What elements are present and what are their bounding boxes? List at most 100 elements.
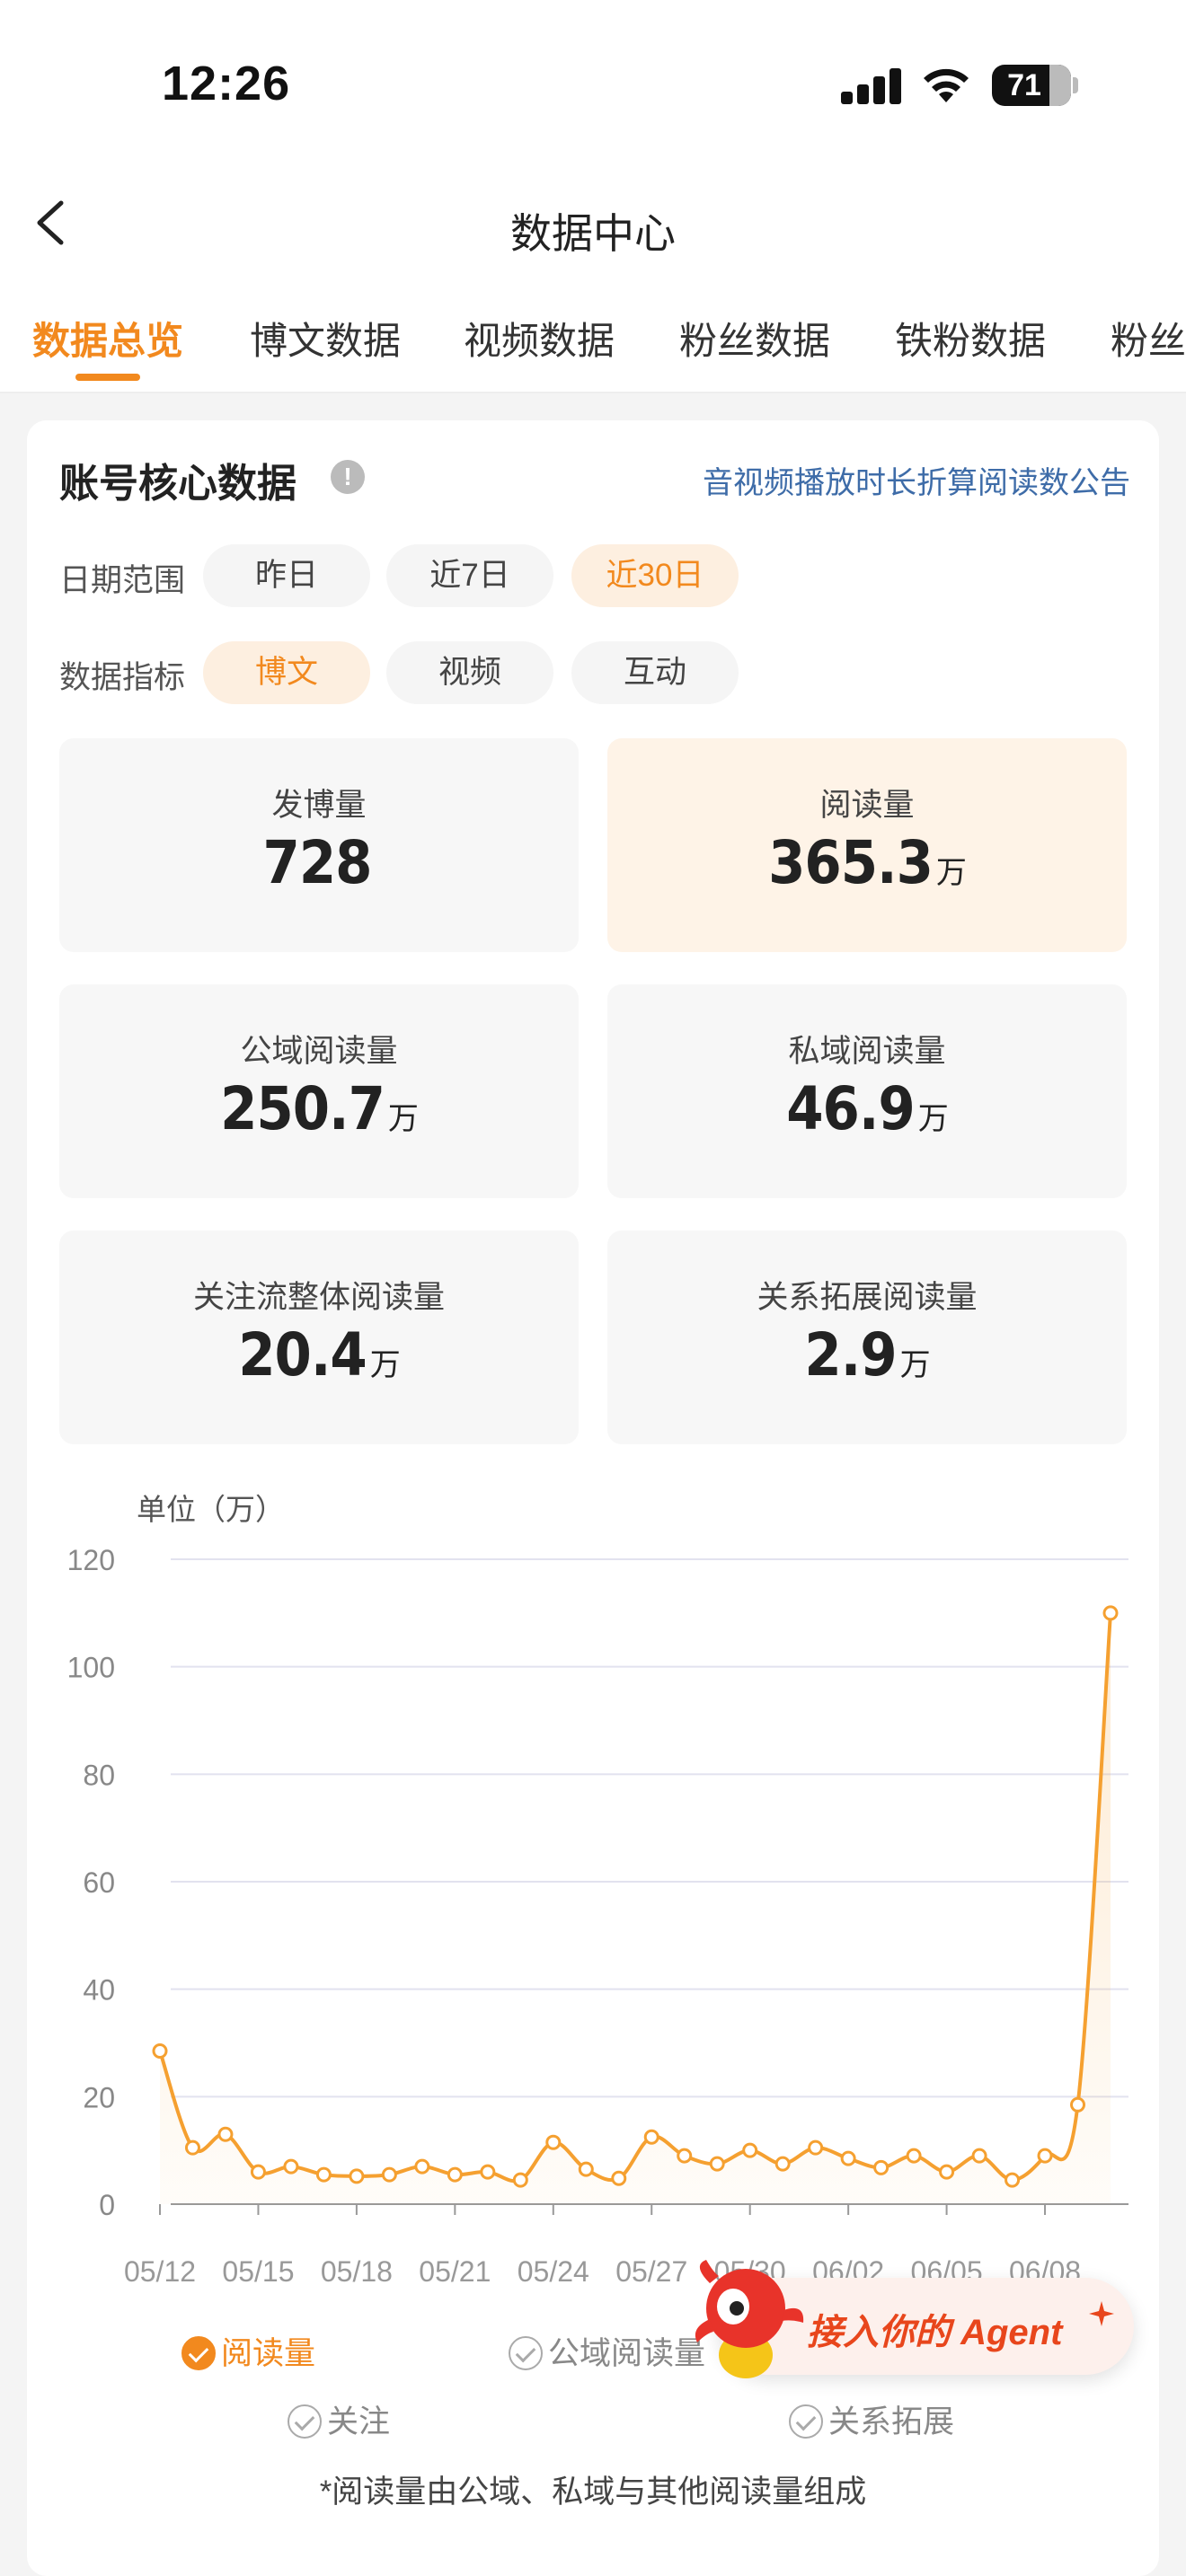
date-30days-button[interactable]: 近30日 [571, 544, 739, 607]
battery-level: 71 [1007, 68, 1041, 102]
date-range-label: 日期范围 [59, 563, 186, 598]
x-tick-label: 05/12 [124, 2255, 196, 2288]
info-icon[interactable]: ! [331, 460, 365, 494]
status-bar: 12:26 71 [0, 0, 1186, 171]
y-tick-label: 80 [83, 1759, 115, 1791]
data-point [381, 2166, 397, 2183]
data-point [512, 2172, 528, 2188]
x-tick-label: 05/24 [518, 2255, 589, 2288]
legend-reads[interactable]: 阅读量 [181, 2328, 315, 2374]
metric-posts-button[interactable]: 博文 [203, 641, 370, 704]
data-point [611, 2170, 627, 2186]
stat-reads[interactable]: 阅读量 365.3 万 [607, 738, 1127, 952]
stat-label: 私域阅读量 [788, 1034, 946, 1069]
tab-more[interactable]: 粉丝 [1111, 311, 1186, 366]
tab-overview[interactable]: 数据总览 [32, 311, 183, 366]
data-point [774, 2156, 791, 2172]
data-point [840, 2150, 856, 2166]
tab-posts[interactable]: 博文数据 [250, 311, 401, 366]
x-tick-label: 05/15 [222, 2255, 294, 2288]
y-tick-label: 100 [67, 1652, 115, 1684]
stat-label: 阅读量 [819, 788, 915, 823]
notice-link[interactable]: 音视频播放时长折算阅读数公告 [703, 458, 1130, 502]
battery-icon: 71 [992, 65, 1071, 106]
stat-posts-count[interactable]: 发博量 728 [59, 738, 579, 952]
data-point [480, 2164, 496, 2180]
metric-label: 数据指标 [59, 660, 186, 695]
y-tick-label: 120 [67, 1544, 115, 1576]
agent-banner-text: 接入你的 Agent [807, 2313, 1063, 2352]
data-point [283, 2158, 299, 2175]
stat-private-reads[interactable]: 私域阅读量 46.9 万 [607, 984, 1127, 1198]
legend-relation[interactable]: 关系拓展 [789, 2396, 954, 2442]
data-point [742, 2142, 758, 2158]
checkbox-icon [181, 2335, 216, 2370]
data-point [808, 2139, 824, 2156]
data-point [578, 2161, 594, 2177]
data-point [873, 2159, 890, 2175]
data-point [1070, 2096, 1086, 2113]
checkbox-icon [789, 2404, 823, 2439]
stat-public-reads[interactable]: 公域阅读量 250.7 万 [59, 984, 579, 1198]
tab-fans[interactable]: 粉丝数据 [679, 311, 830, 366]
stat-follow-feed-reads[interactable]: 关注流整体阅读量 20.4 万 [59, 1231, 579, 1444]
legend-follow[interactable]: 关注 [288, 2396, 390, 2442]
metric-videos-button[interactable]: 视频 [386, 641, 553, 704]
y-tick-label: 0 [99, 2189, 115, 2221]
stat-value: 46.9 万 [786, 1074, 949, 1143]
data-point [315, 2166, 332, 2183]
battery-cap [1073, 77, 1078, 93]
stat-value: 250.7 万 [220, 1074, 419, 1143]
y-tick-label: 20 [83, 2081, 115, 2113]
mascot-icon [695, 2260, 804, 2378]
stat-value: 728 [262, 828, 373, 897]
tab-bar: 数据总览 博文数据 视频数据 粉丝数据 铁粉数据 粉丝 [0, 287, 1186, 393]
signal-icon [841, 68, 902, 104]
chart-unit-label: 单位（万） [137, 1493, 285, 1526]
data-point [184, 2139, 200, 2156]
stat-label: 发博量 [271, 788, 367, 823]
legend-public-reads[interactable]: 公域阅读量 [509, 2328, 705, 2374]
card-title: 账号核心数据 [59, 462, 296, 506]
tab-indicator [75, 374, 140, 381]
data-point [939, 2164, 955, 2180]
tab-iron-fans[interactable]: 铁粉数据 [895, 311, 1046, 366]
sparkle-icon [1089, 2301, 1114, 2326]
data-point [677, 2148, 693, 2164]
data-point [643, 2129, 659, 2145]
data-point [971, 2148, 987, 2164]
data-point [1005, 2172, 1021, 2188]
data-point [152, 2042, 168, 2059]
data-point [545, 2134, 562, 2150]
wifi-icon [924, 68, 969, 102]
page-title: 数据中心 [510, 210, 676, 257]
data-point [250, 2164, 266, 2180]
footnote: *阅读量由公域、私域与其他阅读量组成 [319, 2475, 867, 2510]
stat-label: 关注流整体阅读量 [192, 1280, 445, 1315]
x-tick-label: 05/18 [321, 2255, 393, 2288]
data-point [709, 2156, 725, 2172]
data-point [217, 2126, 234, 2142]
data-point [1037, 2148, 1053, 2164]
stat-relation-reads[interactable]: 关系拓展阅读量 2.9 万 [607, 1231, 1127, 1444]
checkbox-icon [509, 2335, 543, 2370]
tab-videos[interactable]: 视频数据 [464, 311, 615, 366]
date-7days-button[interactable]: 近7日 [386, 544, 553, 607]
stat-label: 公域阅读量 [240, 1034, 398, 1069]
stat-value: 20.4 万 [238, 1320, 401, 1389]
status-time: 12:26 [162, 57, 291, 110]
reads-line-chart: 0 20 40 60 80 100 120 05/12 05/15 05/18 05/21 05/24… [67, 1544, 1128, 2288]
checkbox-icon [288, 2404, 322, 2439]
data-point [1102, 1605, 1119, 1621]
data-point [906, 2148, 922, 2164]
metric-interaction-button[interactable]: 互动 [571, 641, 739, 704]
series-area [160, 1612, 1111, 2204]
data-point [414, 2158, 430, 2175]
nav-bar: 数据中心 [0, 171, 1186, 287]
x-tick-label: 05/21 [419, 2255, 491, 2288]
x-tick-label: 05/27 [615, 2255, 687, 2288]
y-tick-label: 60 [83, 1866, 115, 1899]
date-yesterday-button[interactable]: 昨日 [203, 544, 370, 607]
data-point [349, 2168, 365, 2184]
core-data-card: 账号核心数据 ! 音视频播放时长折算阅读数公告 日期范围 昨日 近7日 近30日… [27, 420, 1159, 2576]
